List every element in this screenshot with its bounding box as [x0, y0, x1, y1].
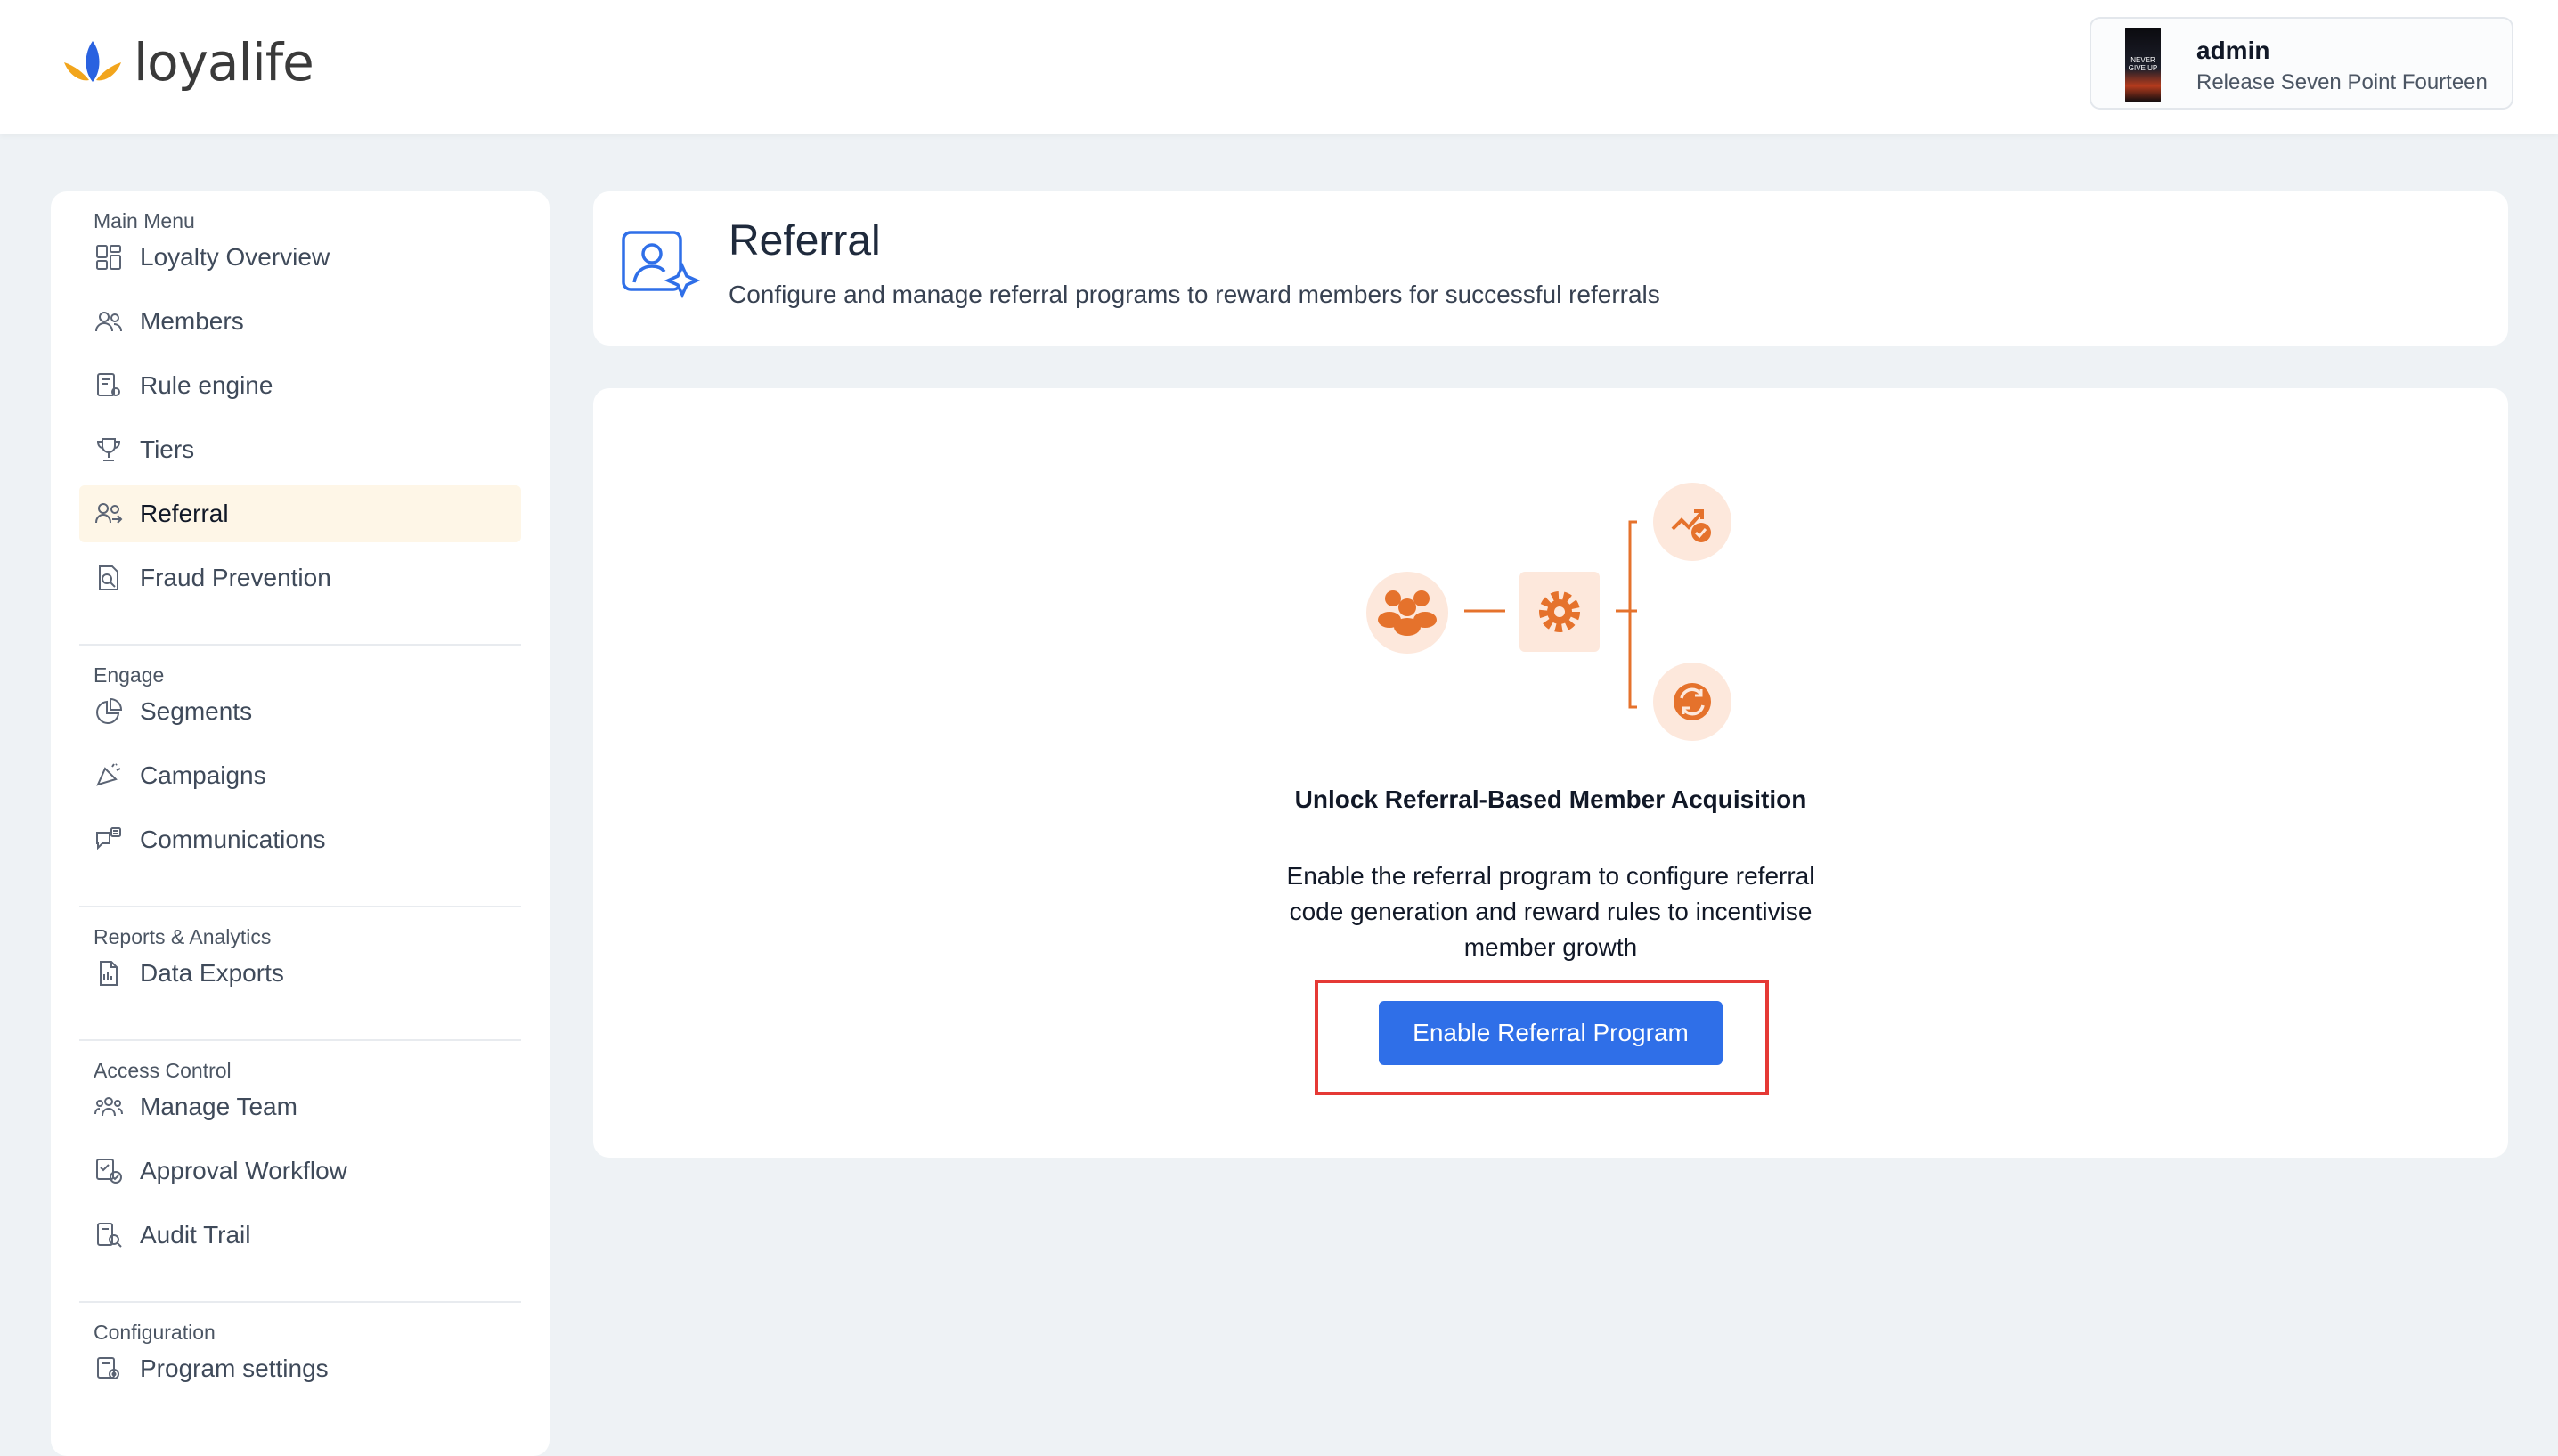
- sidebar-item-campaigns[interactable]: Campaigns: [79, 747, 521, 804]
- sidebar: Main Menu Loyalty Overview Members Rule …: [51, 191, 550, 1456]
- sidebar-item-label: Loyalty Overview: [140, 243, 330, 271]
- sidebar-item-data-exports[interactable]: Data Exports: [79, 945, 521, 1002]
- sidebar-item-label: Program settings: [140, 1354, 329, 1382]
- sidebar-item-label: Approval Workflow: [140, 1157, 347, 1184]
- sidebar-item-program-settings[interactable]: Program settings: [79, 1340, 521, 1397]
- members-group-icon: [1366, 572, 1448, 654]
- referral-header-icon: [622, 231, 701, 299]
- user-role: Release Seven Point Fourteen: [2196, 70, 2488, 94]
- document-icon: [94, 958, 124, 988]
- sidebar-item-referral[interactable]: Referral: [79, 485, 521, 542]
- trending-up-check-icon: [1653, 483, 1731, 561]
- empty-state-title: Unlock Referral-Based Member Acquisition: [1294, 785, 1807, 813]
- sidebar-item-approval-workflow[interactable]: Approval Workflow: [79, 1143, 521, 1200]
- page-header-card: Referral Configure and manage referral p…: [593, 191, 2508, 346]
- avatar-text: NEVER GIVE UP: [2128, 56, 2158, 72]
- sidebar-item-label: Tiers: [140, 435, 195, 463]
- sidebar-item-fraud-prevention[interactable]: Fraud Prevention: [79, 549, 521, 606]
- settings-icon: [94, 1354, 124, 1384]
- sidebar-item-audit-trail[interactable]: Audit Trail: [79, 1207, 521, 1264]
- sidebar-item-label: Campaigns: [140, 761, 266, 789]
- rule-engine-icon: [94, 370, 124, 401]
- referral-flow-illustration: [1366, 483, 1731, 741]
- logo-text: loyalife: [134, 32, 314, 93]
- pie-chart-icon: [94, 696, 124, 727]
- enable-referral-program-button[interactable]: Enable Referral Program: [1379, 1001, 1723, 1065]
- referral-icon: [94, 499, 124, 529]
- sidebar-item-members[interactable]: Members: [79, 293, 521, 350]
- sidebar-item-label: Audit Trail: [140, 1221, 251, 1249]
- empty-state-description: Enable the referral program to configure…: [1286, 862, 1815, 961]
- sidebar-item-label: Communications: [140, 826, 326, 853]
- empty-state-card: Unlock Referral-Based Member Acquisition…: [593, 388, 2508, 1158]
- fraud-prevention-icon: [94, 563, 124, 593]
- sidebar-item-label: Members: [140, 307, 244, 335]
- divider: [79, 1301, 521, 1303]
- sidebar-item-label: Rule engine: [140, 371, 273, 399]
- chat-icon: [94, 825, 124, 855]
- sidebar-item-label: Referral: [140, 500, 229, 527]
- team-icon: [94, 1092, 124, 1122]
- trophy-icon: [94, 435, 124, 465]
- user-name: admin: [2196, 37, 2270, 64]
- sidebar-item-tiers[interactable]: Tiers: [79, 421, 521, 478]
- divider: [79, 1039, 521, 1041]
- sidebar-item-rule-engine[interactable]: Rule engine: [79, 357, 521, 414]
- sidebar-item-label: Fraud Prevention: [140, 564, 331, 591]
- gear-icon: [1519, 572, 1600, 652]
- sidebar-item-loyalty-overview[interactable]: Loyalty Overview: [79, 229, 521, 286]
- sidebar-item-segments[interactable]: Segments: [79, 683, 521, 740]
- megaphone-icon: [94, 761, 124, 791]
- sidebar-item-label: Segments: [140, 697, 253, 725]
- logo[interactable]: loyalife: [59, 32, 314, 93]
- audit-icon: [94, 1220, 124, 1250]
- logo-icon: [64, 41, 121, 82]
- avatar: NEVER GIVE UP: [2125, 28, 2161, 102]
- user-profile-card[interactable]: NEVER GIVE UP admin Release Seven Point …: [2090, 17, 2513, 110]
- divider: [79, 644, 521, 646]
- members-icon: [94, 306, 124, 337]
- sidebar-item-label: Manage Team: [140, 1093, 297, 1120]
- approval-icon: [94, 1156, 124, 1186]
- refresh-icon: [1653, 663, 1731, 741]
- sidebar-item-label: Data Exports: [140, 959, 284, 987]
- page-title: Referral: [729, 217, 881, 264]
- top-bar: loyalife NEVER GIVE UP admin Release Sev…: [0, 0, 2558, 134]
- sidebar-item-manage-team[interactable]: Manage Team: [79, 1078, 521, 1135]
- divider: [79, 906, 521, 907]
- sidebar-item-communications[interactable]: Communications: [79, 811, 521, 868]
- dashboard-icon: [94, 242, 124, 272]
- page-subtitle: Configure and manage referral programs t…: [729, 281, 1660, 308]
